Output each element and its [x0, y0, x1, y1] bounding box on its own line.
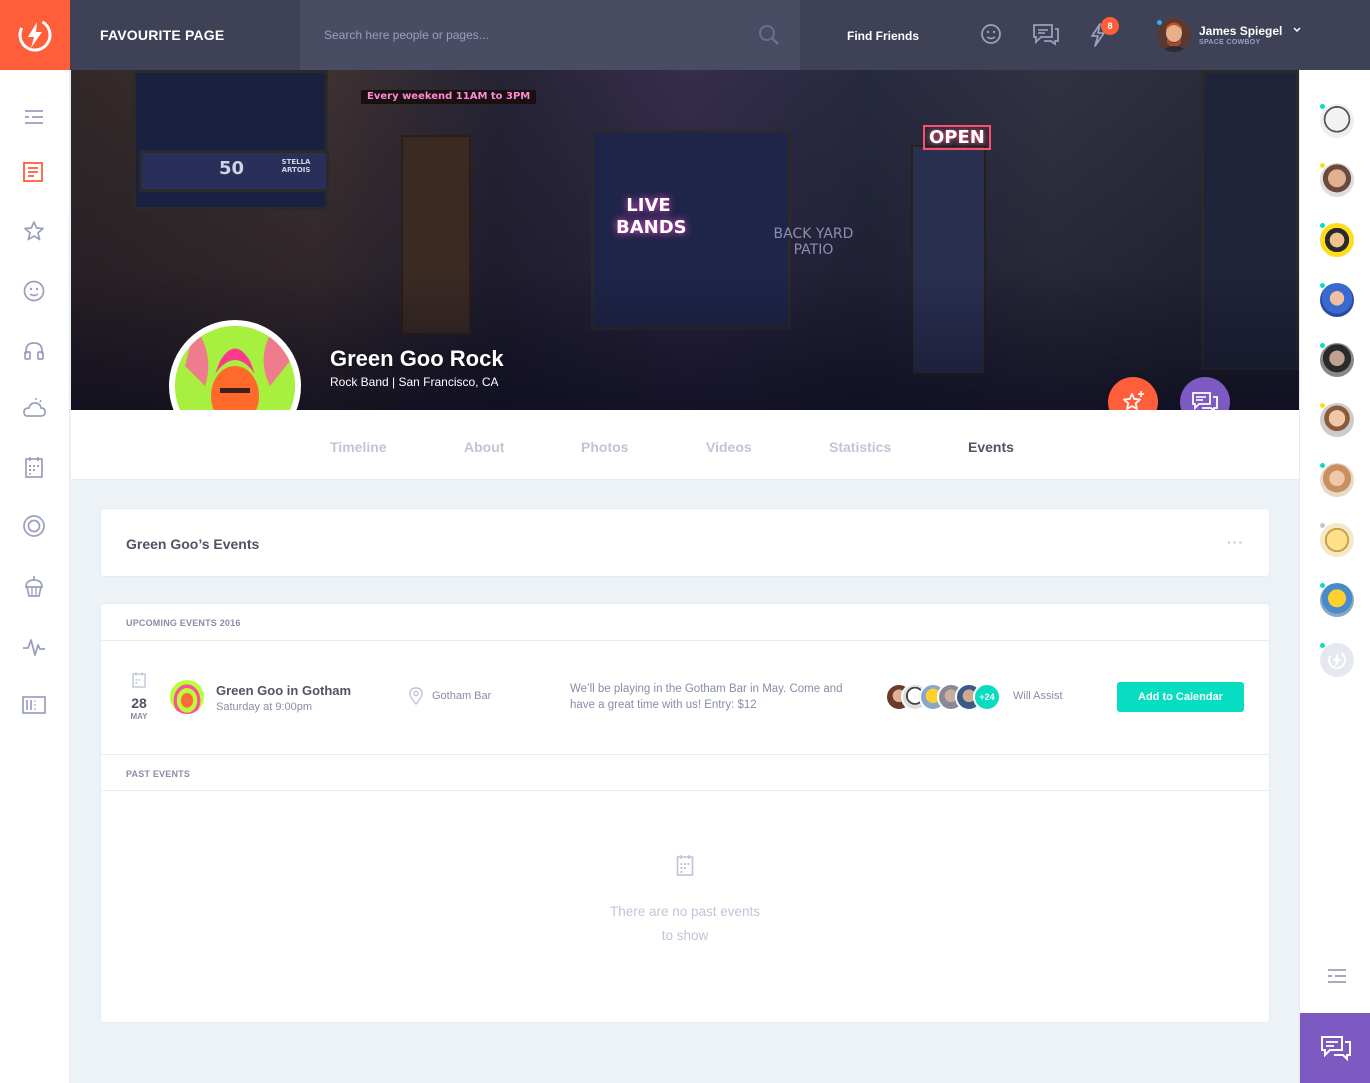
event-month: MAY: [130, 712, 148, 721]
headphones-icon[interactable]: [22, 338, 46, 362]
tab-events[interactable]: Events: [968, 439, 1014, 455]
upcoming-events-label: UPCOMING EVENTS 2016: [126, 618, 241, 628]
cover-text-50: 50: [219, 158, 245, 179]
star-icon[interactable]: [22, 219, 46, 243]
event-title[interactable]: Green Goo in Gotham: [216, 683, 351, 698]
friend-avatar[interactable]: [1319, 642, 1354, 677]
event-time: Saturday at 9:00pm: [216, 701, 313, 713]
online-status-dot: [1319, 402, 1326, 409]
badge-icon[interactable]: [22, 514, 46, 538]
friend-avatar[interactable]: [1319, 462, 1354, 497]
tab-statistics[interactable]: Statistics: [829, 439, 891, 455]
online-status-dot: [1319, 582, 1326, 589]
search-container: [300, 0, 800, 70]
page-title: FAVOURITE PAGE: [100, 27, 225, 43]
location-pin-icon: [409, 687, 423, 705]
empty-message-line-1: There are no past events: [609, 904, 761, 919]
open-chat-button[interactable]: [1300, 1013, 1370, 1083]
tab-timeline[interactable]: Timeline: [330, 439, 387, 455]
chevron-down-icon[interactable]: [1292, 26, 1302, 34]
cover-text-patio: BACK YARD PATIO: [773, 226, 854, 258]
lightning-logo-icon: [18, 18, 52, 52]
add-to-calendar-button[interactable]: Add to Calendar: [1117, 682, 1244, 712]
divider: [101, 754, 1269, 755]
event-avatar: [170, 680, 204, 714]
friend-avatar[interactable]: [1319, 103, 1354, 138]
menu-icon[interactable]: [22, 105, 46, 129]
tab-about[interactable]: About: [464, 439, 504, 455]
neon-sign-open: OPEN: [923, 125, 991, 150]
events-list-card: UPCOMING EVENTS 2016 28 MAY Green Goo in…: [100, 603, 1270, 1023]
notification-count-badge: 8: [1101, 17, 1119, 35]
will-assist-label: Will Assist: [1013, 690, 1063, 702]
event-location: Gotham Bar: [432, 690, 492, 702]
empty-message-line-2: to show: [661, 928, 709, 943]
online-status-dot: [1319, 282, 1326, 289]
online-status-dot: [1319, 342, 1326, 349]
left-sidebar: [0, 70, 70, 1083]
friend-avatar[interactable]: [1319, 582, 1354, 617]
divider: [101, 790, 1269, 791]
calendar-icon: [676, 855, 694, 876]
online-status-dot: [1319, 522, 1326, 529]
profile-subtitle: Rock Band | San Francisco, CA: [330, 375, 499, 389]
friend-avatar[interactable]: [1319, 522, 1354, 557]
past-events-label: PAST EVENTS: [126, 769, 191, 779]
messages-icon[interactable]: [1032, 22, 1060, 46]
online-status-dot: [1319, 642, 1326, 649]
friend-avatar[interactable]: [1319, 162, 1354, 197]
profile-name: Green Goo Rock: [330, 346, 504, 371]
search-icon[interactable]: [758, 24, 780, 46]
cupcake-icon[interactable]: [22, 575, 46, 599]
events-header-card: Green Goo’s Events ···: [100, 508, 1270, 577]
online-status-dot: [1319, 103, 1326, 110]
event-day: 28: [131, 695, 147, 711]
divider: [101, 640, 1269, 641]
friend-avatar[interactable]: [1319, 222, 1354, 257]
happy-face-icon[interactable]: [22, 279, 46, 303]
calendar-icon[interactable]: [22, 455, 46, 479]
friend-avatar[interactable]: [1319, 342, 1354, 377]
manage-widgets-icon[interactable]: [22, 693, 46, 717]
friend-avatar[interactable]: [1319, 282, 1354, 317]
user-status-label: SPACE COWBOY: [1199, 39, 1261, 46]
neon-sign-hours: Every weekend 11AM to 3PM: [361, 90, 537, 104]
online-status-dot: [1319, 462, 1326, 469]
lightning-logo-icon: [1328, 651, 1346, 669]
event-description: We’ll be playing in the Gotham Bar in Ma…: [570, 683, 843, 711]
top-header: FAVOURITE PAGE Find Friends 8 James Spie…: [0, 0, 1370, 70]
user-name: James Spiegel: [1199, 24, 1283, 38]
stats-icon[interactable]: [22, 635, 46, 659]
newsfeed-icon[interactable]: [22, 160, 46, 184]
no-past-events-message: There are no past events to show: [585, 900, 785, 948]
more-options-icon[interactable]: ···: [1227, 534, 1244, 550]
calendar-icon: [132, 672, 146, 688]
friends-menu-icon[interactable]: [1327, 968, 1347, 984]
weather-icon[interactable]: [22, 396, 46, 420]
cover-text-stella: STELLA ARTOIS: [281, 158, 311, 174]
tab-photos[interactable]: Photos: [581, 439, 628, 455]
online-status-dot: [1319, 162, 1326, 169]
profile-tabs: Timeline About Photos Videos Statistics …: [71, 410, 1299, 480]
friend-avatar[interactable]: [1319, 402, 1354, 437]
online-status-dot: [1319, 222, 1326, 229]
friend-requests-icon[interactable]: [979, 22, 1003, 46]
tab-videos[interactable]: Videos: [706, 439, 752, 455]
search-input[interactable]: [324, 24, 744, 46]
find-friends-link[interactable]: Find Friends: [847, 29, 919, 43]
neon-sign-live-bands: LIVE BANDS: [616, 195, 687, 238]
logo[interactable]: [0, 0, 70, 70]
friends-sidebar: [1299, 70, 1370, 1083]
events-title: Green Goo’s Events: [126, 536, 260, 552]
more-attendees-badge: +24: [973, 683, 1001, 711]
user-online-status: [1156, 19, 1163, 26]
messages-icon: [1320, 1036, 1351, 1062]
